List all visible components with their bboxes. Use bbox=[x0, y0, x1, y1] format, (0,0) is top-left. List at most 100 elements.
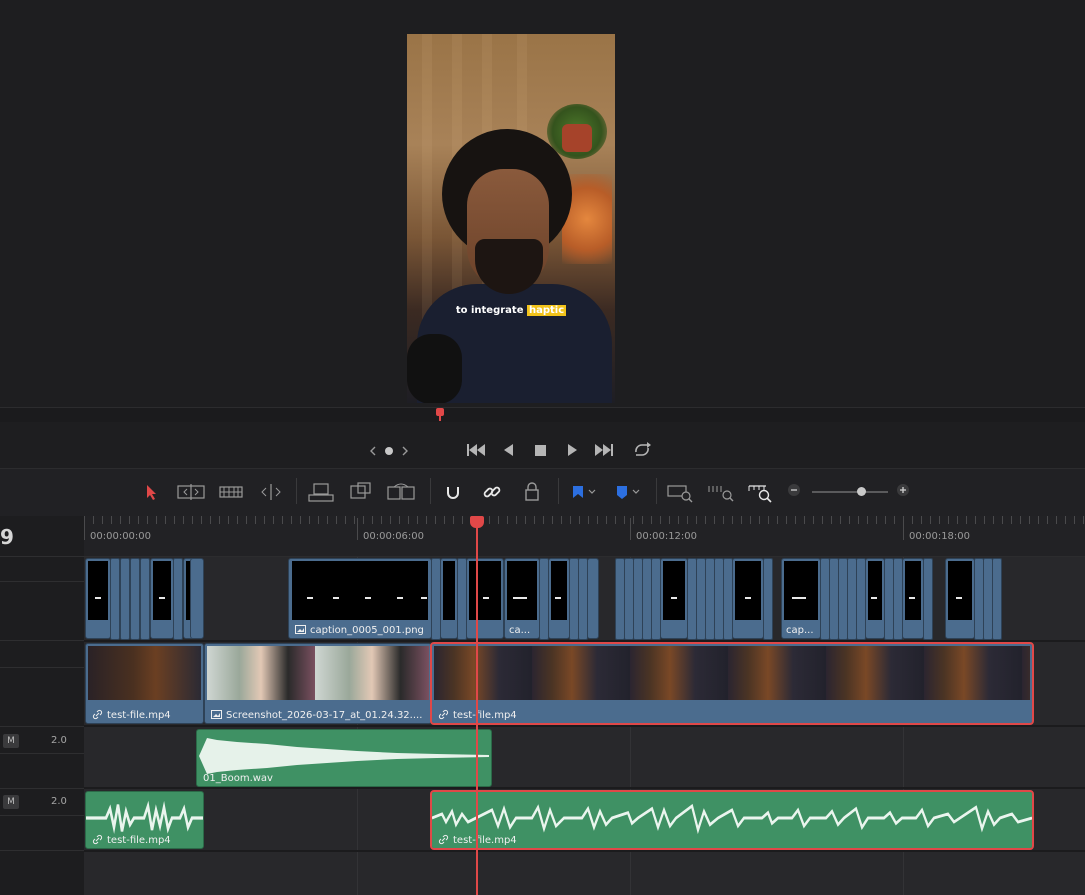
linked-selection-icon[interactable] bbox=[480, 481, 504, 503]
toolbar-divider bbox=[656, 478, 657, 504]
overwrite-icon[interactable] bbox=[306, 481, 336, 503]
audio-clip-filename: test-file.mp4 bbox=[453, 835, 517, 846]
video-clip-label: test-file.mp4 bbox=[92, 709, 171, 721]
timeline-playhead-handle[interactable] bbox=[470, 516, 484, 528]
viewer-scrub-bar[interactable] bbox=[0, 407, 1085, 423]
audio-clip-selected[interactable]: test-file.mp4 bbox=[430, 790, 1034, 850]
audio-clip[interactable]: 01_Boom.wav bbox=[196, 729, 492, 787]
caption-text: to integrate bbox=[455, 305, 524, 316]
caption-clip[interactable] bbox=[732, 558, 764, 639]
caption-clip[interactable] bbox=[190, 558, 204, 639]
header-divider bbox=[0, 640, 84, 641]
audio-clip[interactable]: test-file.mp4 bbox=[85, 791, 204, 849]
video-clip[interactable]: test-file.mp4 bbox=[85, 643, 204, 724]
ruler-timecode: 00:00:18:00 bbox=[909, 531, 971, 542]
caption-clip[interactable] bbox=[120, 558, 130, 640]
zoom-slider-track[interactable] bbox=[812, 491, 888, 493]
caption-clip[interactable] bbox=[548, 558, 570, 639]
ruler-ticks bbox=[84, 516, 1085, 524]
video-clip-label: Screenshot_2026-03-17_at_01.24.32.... bbox=[211, 710, 422, 721]
plant-pot bbox=[562, 124, 592, 152]
replace-icon[interactable] bbox=[346, 481, 376, 503]
chevron-right-icon[interactable] bbox=[393, 440, 417, 462]
last-frame-icon[interactable] bbox=[592, 439, 616, 461]
header-divider bbox=[0, 581, 84, 582]
video-clip-filename: test-file.mp4 bbox=[453, 710, 517, 721]
lane-separator bbox=[84, 850, 1085, 852]
lane-separator bbox=[84, 640, 1085, 642]
ruler-major-tick bbox=[84, 518, 85, 540]
ruler-timecode: 00:00:12:00 bbox=[636, 531, 698, 542]
caption-clip[interactable] bbox=[587, 558, 599, 639]
lane-separator bbox=[84, 725, 1085, 727]
caption-clip[interactable] bbox=[945, 558, 975, 639]
marker-icon[interactable] bbox=[612, 481, 646, 503]
caption-clip[interactable] bbox=[173, 558, 183, 640]
caption-clip[interactable]: ca... bbox=[504, 558, 540, 639]
caption-clip[interactable] bbox=[85, 558, 111, 639]
caption-clip[interactable] bbox=[110, 558, 120, 640]
selection-arrow-icon[interactable] bbox=[140, 481, 162, 503]
zoom-out-icon[interactable] bbox=[787, 483, 801, 497]
audio-waveform bbox=[86, 800, 203, 834]
caption-clip[interactable] bbox=[150, 558, 174, 639]
microphone bbox=[407, 334, 462, 403]
caption-clip[interactable] bbox=[763, 558, 773, 640]
trim-edit-icon[interactable] bbox=[176, 481, 206, 503]
ruler-major-tick bbox=[357, 518, 358, 540]
zoom-full-icon[interactable] bbox=[665, 481, 695, 503]
caption-clip[interactable] bbox=[865, 558, 885, 639]
toolbar-divider bbox=[296, 478, 297, 504]
audio-waveform bbox=[199, 738, 489, 774]
zoom-in-icon[interactable] bbox=[896, 483, 910, 497]
stop-icon[interactable] bbox=[528, 439, 552, 461]
video-preview[interactable]: to integrate haptic bbox=[407, 34, 615, 403]
dynamic-trim-icon[interactable] bbox=[217, 481, 245, 503]
audio-clip-label: test-file.mp4 bbox=[92, 834, 171, 846]
caption-clip[interactable]: cap... bbox=[781, 558, 821, 639]
video-clip-selected[interactable]: test-file.mp4 bbox=[430, 642, 1034, 725]
header-divider bbox=[0, 788, 84, 789]
timeline-playhead[interactable] bbox=[476, 516, 478, 895]
blade-edit-icon[interactable] bbox=[257, 481, 285, 503]
caption-clip[interactable] bbox=[660, 558, 688, 639]
caption-clip-label: cap... bbox=[786, 625, 814, 636]
flag-icon[interactable] bbox=[568, 481, 602, 503]
caption-clip[interactable] bbox=[130, 558, 140, 640]
zoom-detail-icon[interactable] bbox=[706, 481, 736, 503]
lane-separator bbox=[84, 787, 1085, 789]
zoom-slider-handle[interactable] bbox=[857, 487, 866, 496]
loop-icon[interactable] bbox=[630, 439, 654, 461]
ruler-major-tick bbox=[630, 518, 631, 540]
snapping-icon[interactable] bbox=[441, 481, 465, 503]
video-clip[interactable]: Screenshot_2026-03-17_at_01.24.32.... bbox=[204, 643, 432, 724]
caption-clip-filename: caption_0005_001.png bbox=[310, 625, 424, 636]
audio-track-1-volume: 2.0 bbox=[51, 735, 67, 746]
caption-clip[interactable] bbox=[440, 558, 458, 639]
video-clip-filename: test-file.mp4 bbox=[107, 710, 171, 721]
audio-track-1-mute-button[interactable]: M bbox=[3, 734, 19, 748]
caption-clip-label: caption_0005_001.png bbox=[295, 625, 424, 636]
header-divider bbox=[0, 850, 84, 851]
header-divider bbox=[0, 815, 84, 816]
caption-track: caption_0005_001.png ca... cap... bbox=[84, 558, 1085, 640]
zoom-custom-icon[interactable] bbox=[746, 481, 776, 503]
video-caption: to integrate haptic bbox=[407, 305, 615, 316]
caption-clip[interactable]: caption_0005_001.png bbox=[288, 558, 432, 639]
caption-clip[interactable] bbox=[923, 558, 933, 640]
caption-clip[interactable] bbox=[466, 558, 504, 639]
ripple-overwrite-icon[interactable] bbox=[385, 481, 417, 503]
caption-clip[interactable] bbox=[992, 558, 1002, 640]
audio-clip-filename: test-file.mp4 bbox=[107, 835, 171, 846]
reverse-play-icon[interactable] bbox=[497, 439, 521, 461]
track-headers bbox=[0, 516, 85, 895]
first-frame-icon[interactable] bbox=[464, 439, 488, 461]
play-icon[interactable] bbox=[560, 439, 584, 461]
caption-highlight: haptic bbox=[526, 305, 567, 316]
ruler-timecode: 00:00:00:00 bbox=[90, 531, 152, 542]
caption-clip[interactable] bbox=[902, 558, 924, 639]
position-lock-icon[interactable] bbox=[520, 481, 544, 503]
caption-clip[interactable] bbox=[140, 558, 150, 640]
audio-track-2-mute-button[interactable]: M bbox=[3, 795, 19, 809]
video-clip-filename: Screenshot_2026-03-17_at_01.24.32.... bbox=[226, 710, 423, 721]
